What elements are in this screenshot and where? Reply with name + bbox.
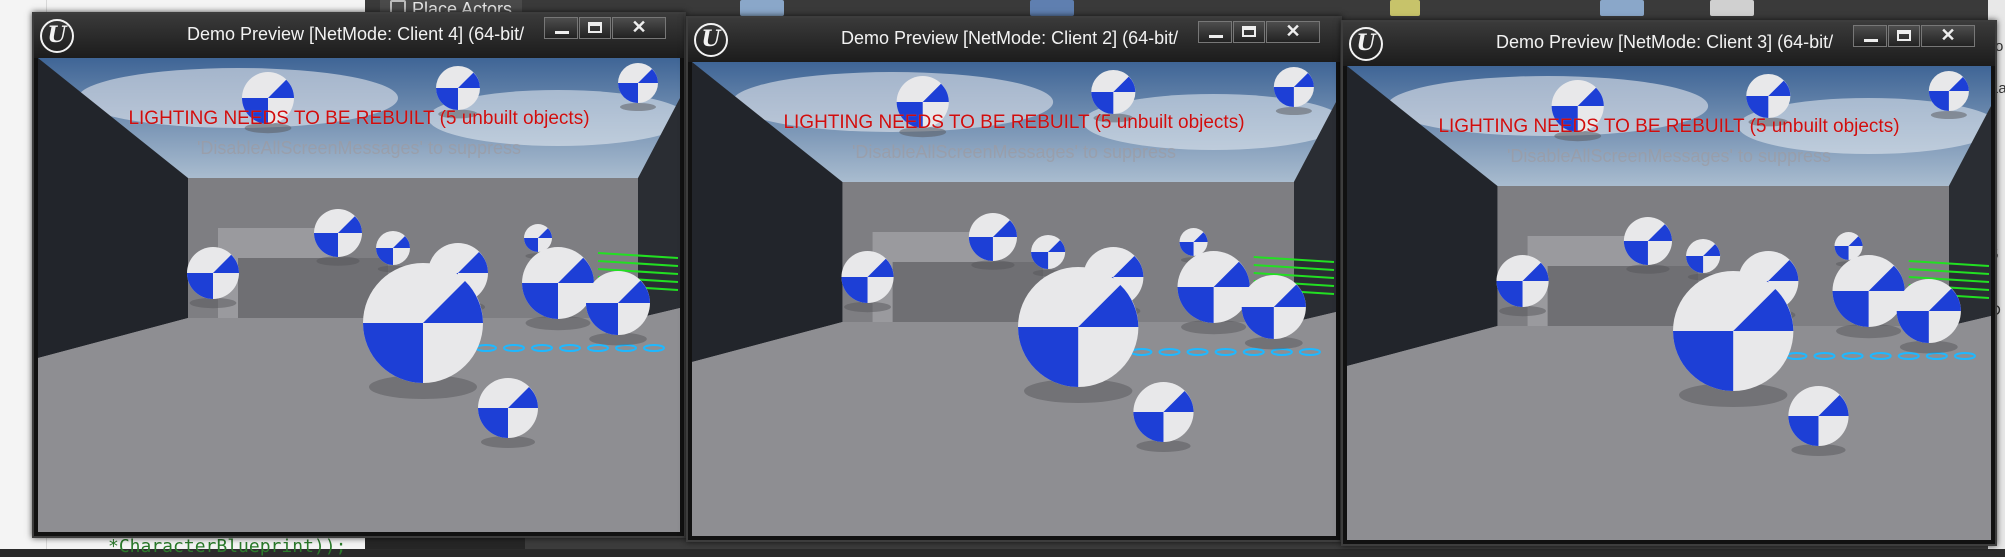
ball-shadow bbox=[844, 301, 892, 313]
unreal-logo-icon: U bbox=[40, 19, 74, 53]
minimize-button[interactable] bbox=[1853, 25, 1887, 47]
toolbar-blueprints-icon[interactable] bbox=[1390, 0, 1420, 16]
suppress-hint: 'DisableAllScreenMessages' to suppress bbox=[851, 142, 1177, 162]
maximize-icon bbox=[1897, 30, 1911, 41]
close-button[interactable]: ✕ bbox=[1266, 21, 1320, 43]
maximize-button[interactable] bbox=[1233, 21, 1265, 43]
window-title: Demo Preview [NetMode: Client 2] (64-bit… bbox=[841, 28, 1179, 48]
lighting-warning: LIGHTING NEEDS TO BE REBUILT (5 unbuilt … bbox=[1438, 116, 1900, 137]
unreal-logo-icon: U bbox=[1349, 27, 1383, 61]
suppress-hint: 'DisableAllScreenMessages' to suppress bbox=[196, 138, 522, 158]
ball-shadow bbox=[189, 297, 237, 309]
window-titlebar[interactable]: U Demo Preview [NetMode: Client 4] (64-b… bbox=[34, 14, 684, 58]
window-titlebar[interactable]: U Demo Preview [NetMode: Client 3] (64-b… bbox=[1343, 22, 1995, 66]
minimize-button[interactable] bbox=[544, 17, 578, 39]
toolbar-settings-icon[interactable] bbox=[1030, 0, 1074, 16]
ball-shadow bbox=[1626, 264, 1670, 274]
maximize-button[interactable] bbox=[579, 17, 611, 39]
preview-window-client-4[interactable]: U Demo Preview [NetMode: Client 4] (64-b… bbox=[32, 12, 686, 538]
ground bbox=[38, 308, 680, 532]
ground bbox=[1347, 316, 1991, 540]
ball-shadow bbox=[1499, 305, 1547, 317]
close-button[interactable]: ✕ bbox=[612, 17, 666, 39]
ball-shadow bbox=[316, 256, 360, 266]
game-viewport[interactable]: LIGHTING NEEDS TO BE REBUILT (5 unbuilt … bbox=[1347, 66, 1991, 540]
maximize-button[interactable] bbox=[1888, 25, 1920, 47]
game-viewport[interactable]: LIGHTING NEEDS TO BE REBUILT (5 unbuilt … bbox=[38, 58, 680, 532]
maximize-icon bbox=[588, 22, 602, 33]
game-viewport[interactable]: LIGHTING NEEDS TO BE REBUILT (5 unbuilt … bbox=[692, 62, 1336, 536]
toolbar-save-icon[interactable] bbox=[740, 0, 784, 16]
ground bbox=[692, 312, 1336, 536]
toolbar-build-icon[interactable] bbox=[1600, 0, 1644, 16]
lighting-warning: LIGHTING NEEDS TO BE REBUILT (5 unbuilt … bbox=[783, 112, 1245, 133]
minimize-button[interactable] bbox=[1198, 21, 1232, 43]
window-title: Demo Preview [NetMode: Client 3] (64-bit… bbox=[1496, 32, 1834, 52]
window-title: Demo Preview [NetMode: Client 4] (64-bit… bbox=[187, 24, 525, 44]
preview-window-client-3[interactable]: U Demo Preview [NetMode: Client 3] (64-b… bbox=[1341, 20, 1997, 546]
toolbar-cinematics-icon[interactable] bbox=[1710, 0, 1754, 16]
bottom-field bbox=[365, 537, 525, 549]
ball-shadow bbox=[971, 260, 1015, 270]
preview-window-client-2[interactable]: U Demo Preview [NetMode: Client 2] (64-b… bbox=[686, 16, 1342, 542]
close-button[interactable]: ✕ bbox=[1921, 25, 1975, 47]
maximize-icon bbox=[1242, 26, 1256, 37]
minimize-icon bbox=[1864, 39, 1878, 42]
suppress-hint: 'DisableAllScreenMessages' to suppress bbox=[1506, 146, 1832, 166]
minimize-icon bbox=[555, 31, 569, 34]
code-fragment: *CharacterBlueprint)); bbox=[108, 536, 347, 557]
lighting-warning: LIGHTING NEEDS TO BE REBUILT (5 unbuilt … bbox=[128, 108, 590, 129]
unreal-logo-icon: U bbox=[694, 23, 728, 57]
window-titlebar[interactable]: U Demo Preview [NetMode: Client 2] (64-b… bbox=[688, 18, 1340, 62]
minimize-icon bbox=[1209, 35, 1223, 38]
